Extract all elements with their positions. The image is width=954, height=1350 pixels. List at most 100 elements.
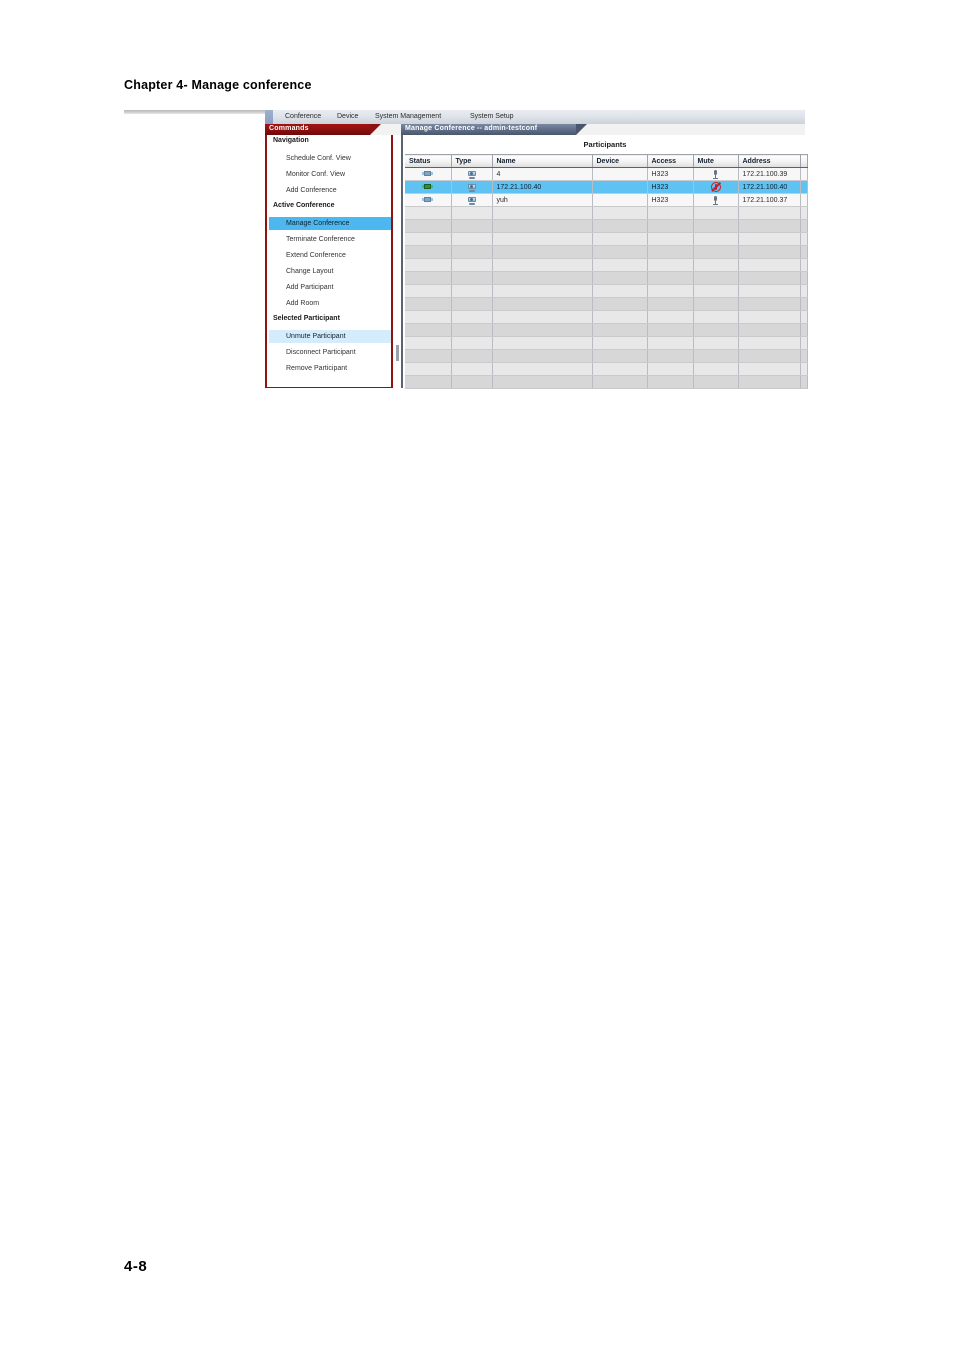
sidebar-item-add-conference[interactable]: Add Conference: [269, 184, 391, 197]
cell-mute: [693, 193, 739, 207]
panel-splitter[interactable]: [395, 135, 400, 388]
cell-empty: [492, 284, 593, 298]
cell-type: [451, 193, 493, 207]
cell-empty: [800, 349, 808, 363]
cell-empty: [592, 206, 648, 220]
table-row-empty[interactable]: [405, 362, 808, 376]
cell-empty: [647, 323, 694, 337]
cell-empty: [451, 271, 493, 285]
cell-empty: [693, 310, 739, 324]
cell-empty: [492, 375, 593, 389]
cell-name: 172.21.100.40: [492, 180, 593, 194]
cell-empty: [492, 310, 593, 324]
sidebar-item-unmute-participant[interactable]: Unmute Participant: [269, 330, 391, 343]
participants-table: Status Type Name Device Access Mute Addr…: [405, 154, 808, 389]
sidebar-item-schedule-conf-view[interactable]: Schedule Conf. View: [269, 152, 391, 165]
column-header-name[interactable]: Name: [492, 154, 593, 168]
cell-empty: [800, 310, 808, 324]
table-row-empty[interactable]: [405, 258, 808, 272]
sidebar-item-add-participant[interactable]: Add Participant: [269, 281, 391, 294]
tab-manage-conference-label: Manage Conference -- admin-testconf: [405, 125, 538, 132]
column-header-access[interactable]: Access: [647, 154, 694, 168]
sidebar-item-disconnect-participant[interactable]: Disconnect Participant: [269, 346, 391, 359]
table-row-empty[interactable]: [405, 375, 808, 389]
cell-empty: [693, 349, 739, 363]
cell-empty: [451, 219, 493, 233]
sidebar-item-extend-conference[interactable]: Extend Conference: [269, 249, 391, 262]
endpoint-device-icon: [467, 182, 477, 192]
cell-empty: [405, 336, 452, 350]
cell-empty: [693, 258, 739, 272]
table-row-empty[interactable]: [405, 206, 808, 220]
cell-empty: [405, 219, 452, 233]
table-row-empty[interactable]: [405, 284, 808, 298]
nav-group-active-conference: Active Conference: [273, 202, 335, 209]
table-row-empty[interactable]: [405, 336, 808, 350]
cell-empty: [647, 284, 694, 298]
participants-table-body: 4 H323 172.21.100.39 172.21.100.40 H323 …: [405, 167, 808, 389]
cell-empty: [592, 336, 648, 350]
cell-empty: [451, 245, 493, 259]
cell-empty: [492, 323, 593, 337]
menu-item-conference[interactable]: Conference: [285, 112, 321, 122]
endpoint-device-icon: [467, 169, 477, 179]
cell-empty: [451, 258, 493, 272]
column-header-mute[interactable]: Mute: [693, 154, 739, 168]
splitter-thumb[interactable]: [396, 345, 399, 361]
commands-panel: Navigation Schedule Conf. View Monitor C…: [265, 135, 393, 388]
cell-empty: [800, 284, 808, 298]
cell-empty: [405, 245, 452, 259]
cell-empty: [451, 310, 493, 324]
sidebar-item-monitor-conf-view[interactable]: Monitor Conf. View: [269, 168, 391, 181]
cell-name: yuh: [492, 193, 593, 207]
table-row-empty[interactable]: [405, 310, 808, 324]
table-row-empty[interactable]: [405, 323, 808, 337]
cell-empty: [738, 349, 801, 363]
cell-empty: [492, 362, 593, 376]
menu-item-system-management[interactable]: System Management: [375, 112, 441, 122]
table-row-empty[interactable]: [405, 349, 808, 363]
table-row[interactable]: 172.21.100.40 H323 172.21.100.40: [405, 180, 808, 194]
tab-manage-conference[interactable]: Manage Conference -- admin-testconf: [401, 124, 587, 135]
cell-empty: [405, 310, 452, 324]
cell-empty: [800, 245, 808, 259]
cell-empty: [492, 219, 593, 233]
cell-empty: [592, 271, 648, 285]
sidebar-item-manage-conference[interactable]: Manage Conference: [269, 217, 391, 230]
menu-item-system-setup[interactable]: System Setup: [470, 112, 514, 122]
column-header-address[interactable]: Address: [738, 154, 801, 168]
column-header-status[interactable]: Status: [405, 154, 452, 168]
cell-status: [405, 167, 452, 181]
sidebar-item-add-room[interactable]: Add Room: [269, 297, 391, 310]
cell-empty: [405, 271, 452, 285]
cell-empty: [647, 375, 694, 389]
sidebar-item-terminate-conference[interactable]: Terminate Conference: [269, 233, 391, 246]
cell-empty: [800, 271, 808, 285]
table-row-empty[interactable]: [405, 232, 808, 246]
column-header-device[interactable]: Device: [592, 154, 648, 168]
connected-dim-icon: [422, 170, 434, 177]
cell-empty: [451, 284, 493, 298]
table-row[interactable]: yuh H323 172.21.100.37: [405, 193, 808, 207]
table-row-empty[interactable]: [405, 245, 808, 259]
cell-status: [405, 180, 452, 194]
tab-commands[interactable]: Commands: [265, 124, 381, 135]
sidebar-item-remove-participant[interactable]: Remove Participant: [269, 362, 391, 375]
cell-empty: [451, 362, 493, 376]
sidebar-item-change-layout[interactable]: Change Layout: [269, 265, 391, 278]
menu-item-device[interactable]: Device: [337, 112, 358, 122]
cell-empty: [647, 336, 694, 350]
cell-empty: [405, 362, 452, 376]
table-row-empty[interactable]: [405, 219, 808, 233]
cell-empty: [592, 375, 648, 389]
table-row[interactable]: 4 H323 172.21.100.39: [405, 167, 808, 181]
cell-access: H323: [647, 167, 694, 181]
table-row-empty[interactable]: [405, 297, 808, 311]
cell-empty: [738, 310, 801, 324]
table-row-empty[interactable]: [405, 271, 808, 285]
column-header-type[interactable]: Type: [451, 154, 493, 168]
cell-empty: [647, 349, 694, 363]
cell-empty: [451, 349, 493, 363]
cell-empty: [800, 336, 808, 350]
page-number: 4-8: [124, 1258, 148, 1275]
